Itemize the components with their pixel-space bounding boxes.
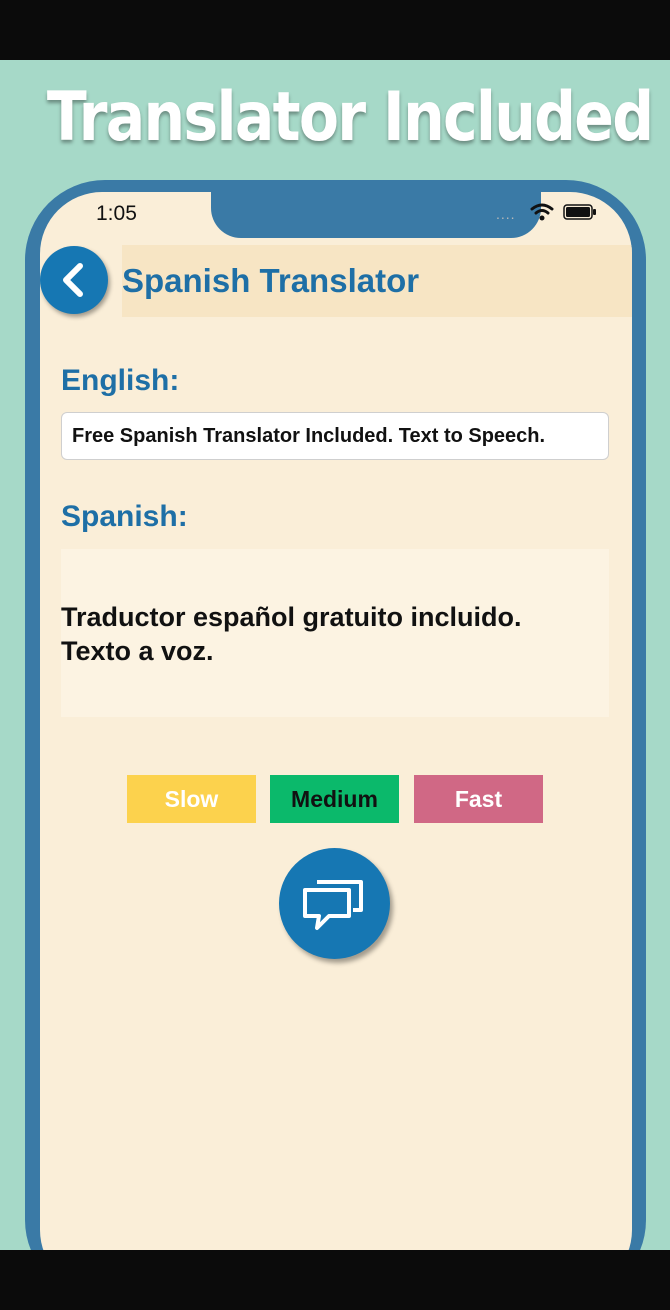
fast-speed-button[interactable]: Fast (414, 775, 543, 823)
bottom-black-bar (0, 1250, 670, 1310)
phone-notch (211, 192, 541, 238)
translation-line-1: Traductor español gratuito incluido. (61, 602, 522, 632)
english-input[interactable] (61, 412, 609, 460)
status-time: 1:05 (96, 202, 137, 225)
wifi-icon (530, 203, 554, 221)
page-title: Spanish Translator (122, 262, 420, 299)
battery-icon (563, 204, 596, 220)
speak-button[interactable] (279, 848, 390, 959)
promo-headline: Translator Included (46, 78, 654, 157)
top-black-bar (0, 0, 670, 60)
speech-bubbles-icon (303, 880, 363, 930)
app-screen: 1:05 .... Spanish Translator English: Sp… (40, 192, 632, 1292)
translation-line-2: Texto a voz. (61, 636, 214, 666)
signal-dots: .... (496, 206, 516, 222)
chevron-left-icon (63, 263, 83, 297)
translation-output: Traductor español gratuito incluido. Tex… (61, 600, 609, 668)
english-label: English: (61, 364, 180, 397)
medium-speed-button[interactable]: Medium (270, 775, 399, 823)
back-button[interactable] (40, 246, 108, 314)
spanish-label: Spanish: (61, 500, 188, 533)
slow-speed-button[interactable]: Slow (127, 775, 256, 823)
